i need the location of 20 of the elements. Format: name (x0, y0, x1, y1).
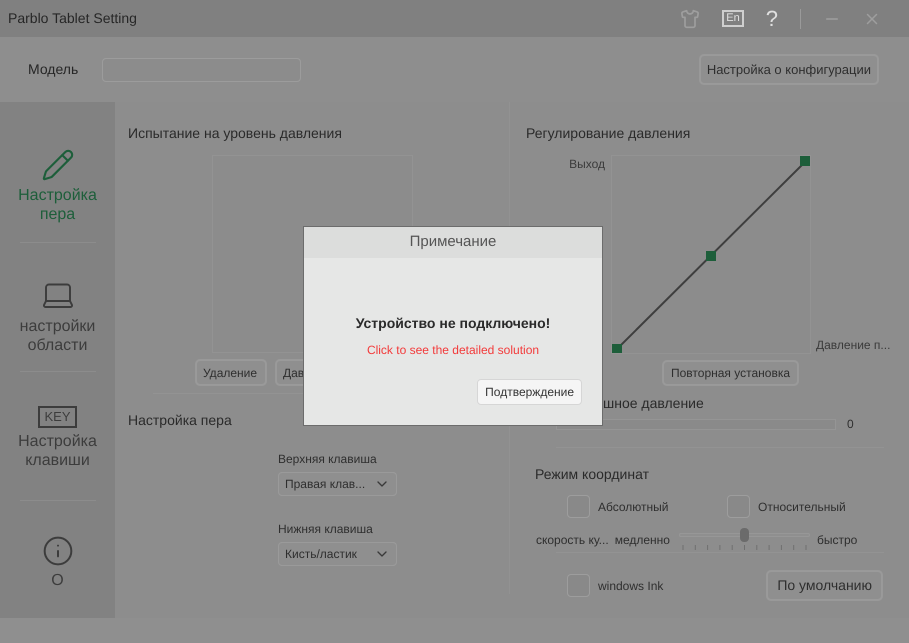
axis-label: Давление п... (816, 337, 890, 354)
slow-label: медленно (614, 532, 670, 549)
section-heading: Регулирование давления (526, 124, 692, 141)
section-heading: шное давление (603, 394, 705, 413)
window-title: Parblo Tablet Setting (8, 9, 137, 28)
speed-label: скорость ку... (536, 532, 609, 549)
pressure-reading: 0 (847, 416, 854, 433)
fast-label: быстро (816, 532, 858, 549)
section-heading: Режим координат (535, 465, 650, 484)
field-label: Нижняя клавиша (278, 521, 374, 538)
section-heading: Настройка пера (128, 411, 233, 430)
field-label: Верхняя клавиша (278, 451, 378, 468)
dialog-message: Устройство не подключено! (354, 314, 552, 333)
checkbox-label: Относительный (758, 498, 846, 516)
checkbox-label: Абсолютный (598, 498, 668, 516)
key-icon: KEY (38, 406, 76, 428)
section-heading: Испытание на уровень давления (128, 124, 343, 141)
dialog-title: Примечание (410, 232, 496, 252)
model-label: Модель (28, 60, 80, 79)
checkbox-label: windows Ink (598, 578, 664, 594)
